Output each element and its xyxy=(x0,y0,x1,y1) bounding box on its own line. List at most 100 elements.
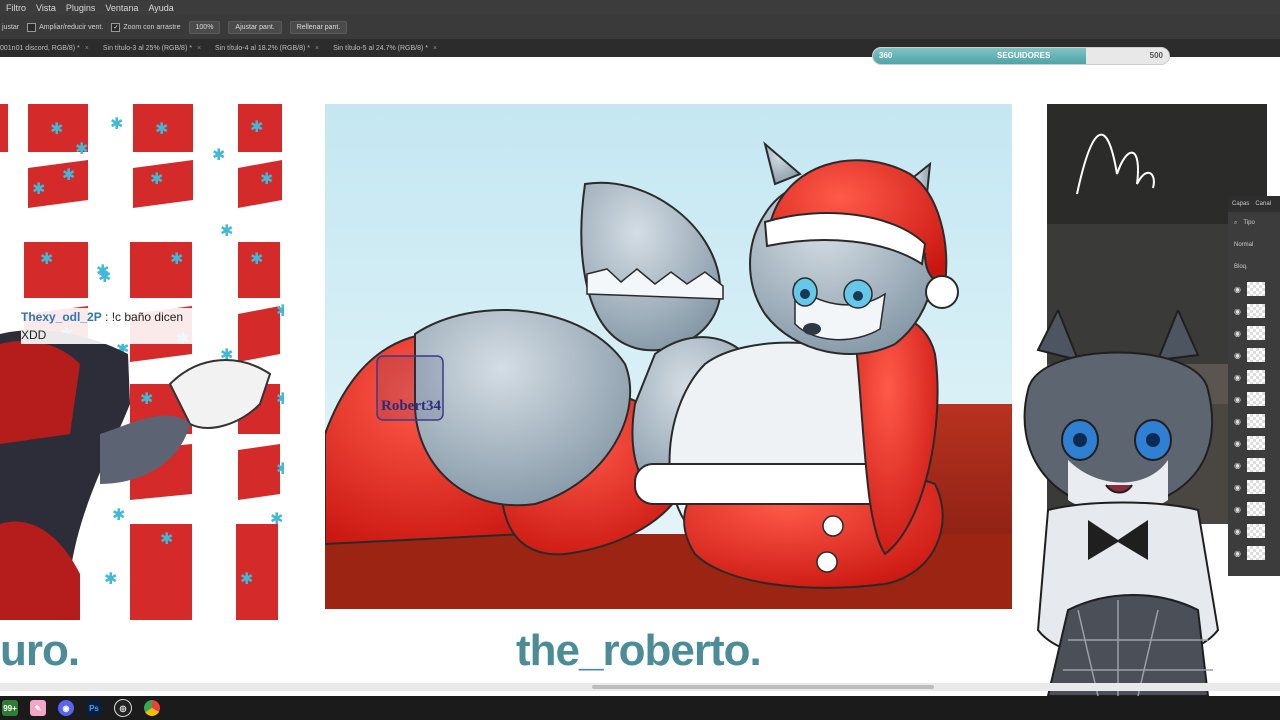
followers-current: 360 xyxy=(879,51,893,60)
central-artwork: Robert34 xyxy=(325,104,1012,609)
close-icon[interactable]: × xyxy=(433,45,437,52)
svg-text:✱: ✱ xyxy=(220,221,233,240)
layer-thumbnail xyxy=(1246,326,1265,340)
svg-text:✱: ✱ xyxy=(140,389,153,408)
blend-mode[interactable]: Normal xyxy=(1228,234,1280,256)
horizontal-scrollbar[interactable] xyxy=(0,683,1280,691)
followers-progress-fill xyxy=(873,48,1087,64)
svg-text:✱: ✱ xyxy=(276,301,284,320)
vtuber-avatar xyxy=(1023,310,1220,696)
watermark-text: Robert34 xyxy=(381,398,441,414)
svg-text:✱: ✱ xyxy=(98,267,111,286)
svg-text:✱: ✱ xyxy=(112,505,125,524)
svg-text:✱: ✱ xyxy=(104,569,117,588)
menu-view[interactable]: Vista xyxy=(36,3,56,13)
layers-panel-header: Capas Canal xyxy=(1228,196,1280,212)
document-tab[interactable]: 001n01 discord, RGB/8) * × xyxy=(0,45,89,52)
svg-text:✱: ✱ xyxy=(276,389,284,408)
zoom-100-button[interactable]: 100% xyxy=(188,20,221,34)
tab-label: Sin título-3 al 25% (RGB/8) * xyxy=(102,44,192,52)
svg-text:✱: ✱ xyxy=(40,249,53,268)
streamer-name-left: uro. xyxy=(0,626,80,675)
checkbox-checked-icon: ✓ xyxy=(111,22,121,32)
followers-label: SEGUIDORES xyxy=(997,51,1051,60)
blend-mode-label: Normal xyxy=(1234,242,1254,248)
channels-tab[interactable]: Canal xyxy=(1255,201,1271,207)
layer-thumbnail xyxy=(1246,480,1265,494)
svg-text:✱: ✱ xyxy=(150,169,163,188)
svg-text:✱: ✱ xyxy=(155,119,168,138)
svg-text:✱: ✱ xyxy=(32,179,45,198)
svg-text:✱: ✱ xyxy=(260,169,273,188)
layer-thumbnail xyxy=(1246,436,1265,450)
svg-text:✱: ✱ xyxy=(75,139,88,158)
svg-text:✱: ✱ xyxy=(212,145,225,164)
svg-text:✱: ✱ xyxy=(276,459,284,478)
layer-thumbnail xyxy=(1246,282,1265,296)
followers-goal: 500 xyxy=(1149,51,1163,60)
document-tab[interactable]: Sin título-4 al 18.2% (RGB/8) * × xyxy=(215,45,319,52)
tab-label: Sin título-4 al 18.2% (RGB/8) * xyxy=(215,44,310,52)
eye-icon[interactable]: ◉ xyxy=(1234,285,1241,294)
layer-thumbnail xyxy=(1246,392,1265,406)
discord-icon[interactable]: ◉ xyxy=(58,700,74,716)
layer-thumbnail xyxy=(1246,348,1265,362)
layers-tab[interactable]: Capas xyxy=(1232,201,1249,207)
left-artwork-panel: ✱✱✱✱ ✱✱✱✱ ✱✱✱✱ ✱✱✱✱ ✱✱✱✱ ✱✱✱✱ ✱✱✱✱ ✱✱ Th… xyxy=(0,104,284,620)
layer-thumbnail xyxy=(1246,502,1265,516)
menu-window[interactable]: Ventana xyxy=(105,3,138,13)
layer-thumbnail xyxy=(1246,546,1265,560)
tab-label: Sin título-5 al 24.7% (RGB/8) * xyxy=(333,44,429,52)
taskbar: 99+ ✎ ◉ Ps ◎ xyxy=(0,696,1280,720)
followers-goal-bar: 360 SEGUIDORES 500 xyxy=(872,47,1170,65)
document-tab[interactable]: Sin título-5 al 24.7% (RGB/8) * × xyxy=(333,45,437,52)
svg-text:✱: ✱ xyxy=(110,114,123,133)
svg-text:✱: ✱ xyxy=(62,165,75,184)
scrollbar-thumb[interactable] xyxy=(592,685,934,689)
chat-username: Thexy_odl_2P xyxy=(21,310,102,324)
layer-thumbnail xyxy=(1246,458,1265,472)
menu-bar: Filtro Vista Plugins Ventana Ayuda xyxy=(0,0,1280,15)
checkbox-unchecked-icon xyxy=(27,22,37,32)
windows-icon[interactable]: 99+ xyxy=(2,700,18,716)
close-icon[interactable]: × xyxy=(197,45,201,52)
resize-windows-checkbox[interactable]: Ampliar/reducir vent. xyxy=(27,22,104,32)
fit-screen-button[interactable]: Ajustar pant. xyxy=(228,20,282,34)
candy-cane-background: ✱✱✱✱ ✱✱✱✱ ✱✱✱✱ ✱✱✱✱ ✱✱✱✱ ✱✱✱✱ ✱✱✱✱ ✱✱ xyxy=(0,104,284,620)
wolf-santa-illustration: Robert34 xyxy=(325,104,1012,609)
lock-label: Bloq. xyxy=(1234,264,1248,270)
layer-search[interactable]: ⌕ Tipo xyxy=(1228,212,1280,234)
layer-row[interactable]: ◉ xyxy=(1228,278,1280,300)
svg-text:✱: ✱ xyxy=(250,249,263,268)
scrubby-zoom-checkbox[interactable]: ✓ Zoom con arrastre xyxy=(111,22,181,32)
search-icon: ⌕ xyxy=(1234,219,1238,226)
resize-windows-label: Ampliar/reducir vent. xyxy=(39,23,104,31)
notes-icon[interactable]: ✎ xyxy=(30,700,46,716)
photoshop-icon[interactable]: Ps xyxy=(86,700,102,716)
svg-text:✱: ✱ xyxy=(240,569,253,588)
obs-icon[interactable]: ◎ xyxy=(114,699,132,717)
svg-text:✱: ✱ xyxy=(270,509,283,528)
menu-plugins[interactable]: Plugins xyxy=(66,3,96,13)
layer-thumbnail xyxy=(1246,414,1265,428)
layer-thumbnail xyxy=(1246,304,1265,318)
options-bar: justar Ampliar/reducir vent. ✓ Zoom con a… xyxy=(0,15,1280,39)
tab-label: 001n01 discord, RGB/8) * xyxy=(0,44,80,52)
svg-text:✱: ✱ xyxy=(50,119,63,138)
layer-thumbnail xyxy=(1246,370,1265,384)
close-icon[interactable]: × xyxy=(315,45,319,52)
svg-text:✱: ✱ xyxy=(250,117,263,136)
adjust-label: justar xyxy=(2,23,20,31)
streamer-name-center: the_roberto. xyxy=(516,626,762,675)
layer-thumbnail xyxy=(1246,524,1265,538)
chrome-icon[interactable] xyxy=(144,700,160,716)
scrubby-zoom-label: Zoom con arrastre xyxy=(123,23,181,31)
fill-screen-button[interactable]: Rellenar pant. xyxy=(289,20,348,34)
lock-row: Bloq. xyxy=(1228,256,1280,278)
document-tab[interactable]: Sin título-3 al 25% (RGB/8) * × xyxy=(103,45,201,52)
close-icon[interactable]: × xyxy=(85,45,89,52)
svg-text:✱: ✱ xyxy=(170,249,183,268)
menu-filter[interactable]: Filtro xyxy=(6,3,26,13)
chat-message: Thexy_odl_2P : !c baño dicen XDD xyxy=(21,308,211,344)
menu-help[interactable]: Ayuda xyxy=(148,3,173,13)
